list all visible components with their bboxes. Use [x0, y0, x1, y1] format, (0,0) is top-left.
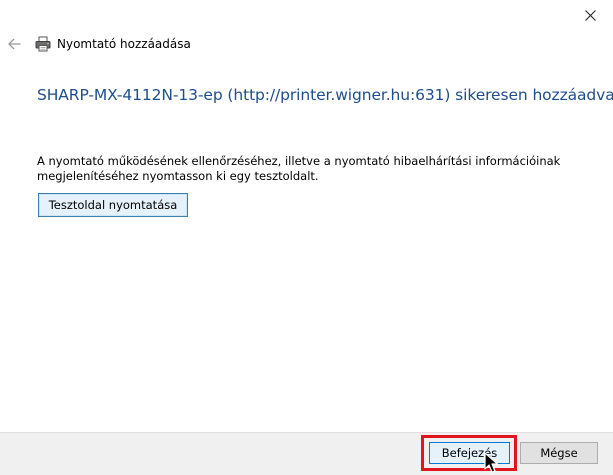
success-heading: SHARP-MX-4112N-13-ep (http://printer.wig…: [37, 86, 613, 104]
cancel-button[interactable]: Mégse: [520, 442, 598, 464]
print-test-page-button[interactable]: Tesztoldal nyomtatása: [38, 193, 188, 217]
printer-icon: [35, 36, 51, 52]
finish-button[interactable]: Befejezés: [429, 442, 510, 464]
back-button[interactable]: [6, 36, 22, 52]
add-printer-dialog: Nyomtató hozzáadása SHARP-MX-4112N-13-ep…: [0, 0, 613, 475]
dialog-header: Nyomtató hozzáadása: [0, 34, 613, 56]
info-line-1: A nyomtató működésének ellenőrzéséhez, i…: [37, 154, 561, 168]
back-arrow-icon: [7, 38, 20, 50]
dialog-title: Nyomtató hozzáadása: [57, 37, 191, 51]
close-icon: [584, 9, 596, 21]
test-page-info-text: A nyomtató működésének ellenőrzéséhez, i…: [37, 154, 577, 184]
close-button[interactable]: [567, 0, 613, 30]
info-line-2: megjelenítéséhez nyomtasson ki egy teszt…: [37, 169, 319, 183]
